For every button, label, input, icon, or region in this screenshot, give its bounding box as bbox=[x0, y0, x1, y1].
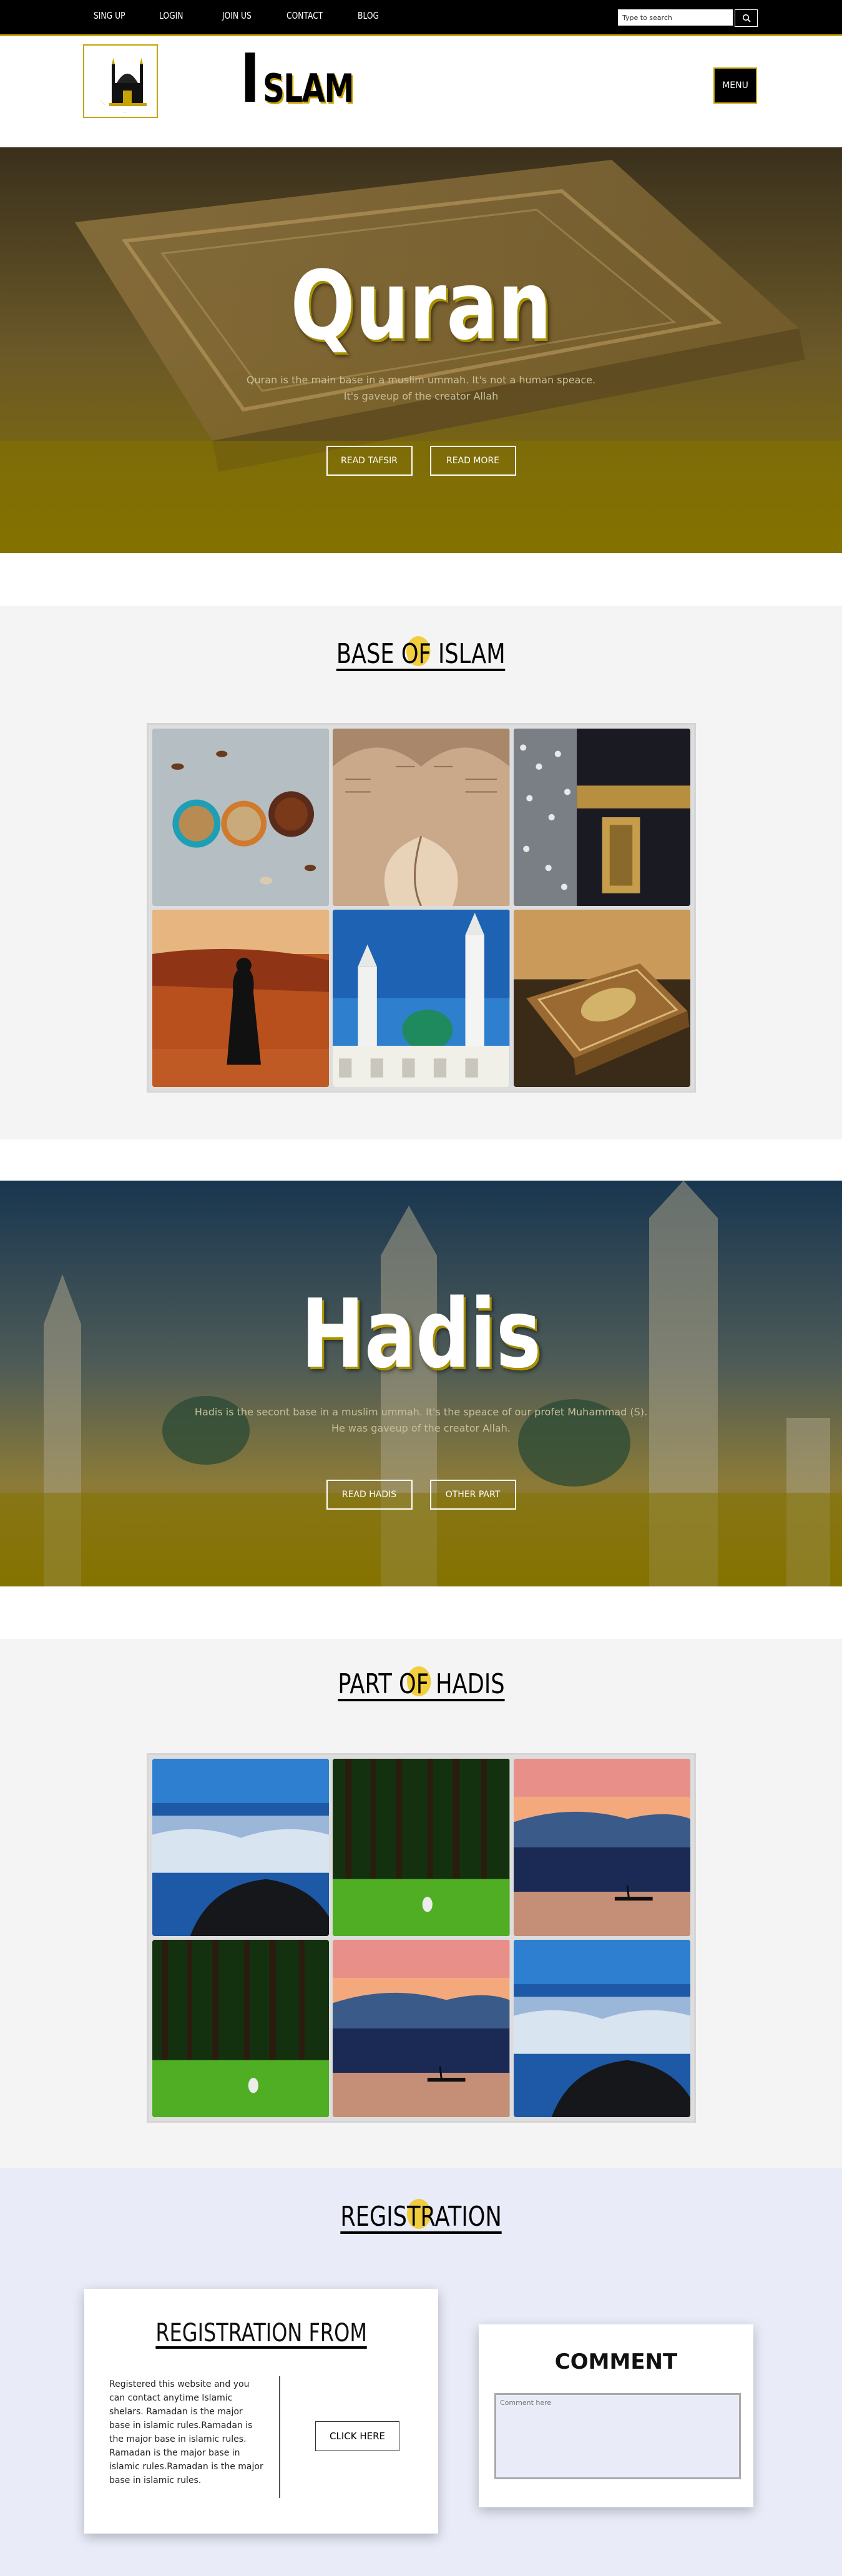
site-header: I SLAM MENU bbox=[0, 38, 842, 147]
hero-hadis-title-text: Hadis bbox=[301, 1279, 541, 1389]
gallery-image-kaaba[interactable] bbox=[513, 729, 690, 906]
dates-bowls-image bbox=[152, 729, 330, 906]
gallery-image-forest[interactable] bbox=[333, 1759, 510, 1936]
brand-rest-letters: SLAM bbox=[263, 66, 355, 111]
sunset-boat-image bbox=[513, 1759, 690, 1936]
top-nav-links: SING UP LOGIN JOIN US CONTACT BLOG bbox=[94, 10, 413, 21]
site-logo[interactable] bbox=[83, 44, 158, 118]
nav-signup-link[interactable]: SING UP bbox=[94, 10, 125, 21]
hero-hadis: Hadis Hadis is the secont base in a musl… bbox=[0, 1181, 842, 1586]
nav-contact-link[interactable]: CONTACT bbox=[286, 10, 323, 21]
gallery-image-clouds-hill-2[interactable] bbox=[513, 1940, 690, 2117]
base-of-islam-section: BASE OF ISLAM bbox=[0, 606, 842, 1139]
comment-card: COMMENT bbox=[479, 2324, 753, 2507]
nav-joinus-link[interactable]: JOIN US bbox=[222, 10, 252, 21]
woman-desert-image bbox=[152, 910, 330, 1087]
read-hadis-button[interactable]: READ HADIS bbox=[326, 1480, 413, 1510]
gallery-image-quran-book[interactable] bbox=[513, 910, 690, 1087]
part-of-hadis-title-text: PART OF HADIS bbox=[337, 1668, 505, 1700]
forest-image-2 bbox=[152, 1940, 330, 2117]
registration-form-title: REGISTRATION FROM bbox=[155, 2319, 367, 2349]
forest-image bbox=[333, 1759, 510, 1936]
comment-textarea[interactable] bbox=[494, 2393, 741, 2479]
gallery-image-woman-praying[interactable] bbox=[152, 910, 330, 1087]
sunset-boat-image-2 bbox=[333, 1940, 510, 2117]
gallery-image-sunset-boat-2[interactable] bbox=[333, 1940, 510, 2117]
click-here-button[interactable]: CLICK HERE bbox=[315, 2421, 399, 2451]
base-of-islam-title-text: BASE OF ISLAM bbox=[336, 638, 506, 670]
gallery-image-mosque-minaret[interactable] bbox=[333, 910, 510, 1087]
gallery-image-quran-pages[interactable] bbox=[333, 729, 510, 906]
kaaba-image bbox=[513, 729, 690, 906]
hero-quran-desc: Quran is the main base in a muslim ummah… bbox=[0, 372, 842, 405]
search-input[interactable] bbox=[618, 9, 733, 26]
comment-title: COMMENT bbox=[554, 2349, 678, 2374]
quran-book-image bbox=[513, 910, 690, 1087]
hero-quran: Quran Quran is the main base in a muslim… bbox=[0, 147, 842, 553]
hero-hadis-desc-line2: He was gaveup of the creator Allah. bbox=[331, 1422, 511, 1434]
hero-quran-desc-line1: Quran is the main base in a muslim ummah… bbox=[246, 374, 596, 386]
gallery-image-dates[interactable] bbox=[152, 729, 330, 906]
menu-button[interactable]: MENU bbox=[713, 67, 757, 104]
gallery-image-sunset-boat[interactable] bbox=[513, 1759, 690, 1936]
clouds-hill-image-2 bbox=[513, 1940, 690, 2117]
quran-pages-image bbox=[333, 729, 510, 906]
hero-quran-buttons: READ TAFSIR READ MORE bbox=[0, 446, 842, 476]
hero-hadis-buttons: READ HADIS OTHER PART bbox=[0, 1480, 842, 1510]
gallery-image-clouds-hill[interactable] bbox=[152, 1759, 330, 1936]
search-icon bbox=[742, 14, 751, 22]
nav-blog-link[interactable]: BLOG bbox=[358, 10, 379, 21]
hero-quran-title-text: Quran bbox=[290, 250, 552, 361]
read-tafsir-button[interactable]: READ TAFSIR bbox=[326, 446, 413, 476]
search-bar bbox=[618, 9, 758, 27]
registration-heading: REGISTRATION bbox=[0, 2199, 842, 2234]
brand-wordmark: I SLAM bbox=[240, 46, 355, 113]
top-navbar: SING UP LOGIN JOIN US CONTACT BLOG bbox=[0, 0, 842, 36]
hero-hadis-title: Hadis bbox=[0, 1287, 842, 1382]
part-of-hadis-gallery bbox=[147, 1753, 696, 2123]
registration-title-text: REGISTRATION bbox=[340, 2201, 502, 2233]
part-of-hadis-heading: PART OF HADIS bbox=[0, 1666, 842, 1702]
base-of-islam-heading: BASE OF ISLAM bbox=[0, 636, 842, 672]
part-of-hadis-section: PART OF HADIS bbox=[0, 1639, 842, 2168]
read-more-button[interactable]: READ MORE bbox=[429, 446, 516, 476]
mosque-crescent-logo bbox=[93, 51, 147, 113]
clouds-hill-image bbox=[152, 1759, 330, 1936]
hero-hadis-desc: Hadis is the secont base in a muslim umm… bbox=[0, 1404, 842, 1437]
hero-quran-title: Quran bbox=[0, 258, 842, 353]
madinah-mosque-image bbox=[333, 910, 510, 1087]
gallery-image-forest-2[interactable] bbox=[152, 1940, 330, 2117]
nav-login-link[interactable]: LOGIN bbox=[159, 10, 183, 21]
base-of-islam-gallery bbox=[147, 723, 696, 1093]
search-button[interactable] bbox=[735, 9, 758, 27]
hero-quran-desc-line2: It's gaveup of the creator Allah bbox=[343, 390, 499, 402]
hero-hadis-desc-line1: Hadis is the secont base in a muslim umm… bbox=[194, 1406, 648, 1418]
registration-divider bbox=[279, 2376, 280, 2498]
registration-section: REGISTRATION REGISTRATION FROM Registere… bbox=[0, 2168, 842, 2576]
registration-form-text: Registered this website and you can cont… bbox=[109, 2379, 263, 2485]
brand-first-letter: I bbox=[240, 40, 260, 118]
registration-form-card: REGISTRATION FROM Registered this websit… bbox=[84, 2289, 438, 2534]
other-part-button[interactable]: OTHER PART bbox=[429, 1480, 516, 1510]
